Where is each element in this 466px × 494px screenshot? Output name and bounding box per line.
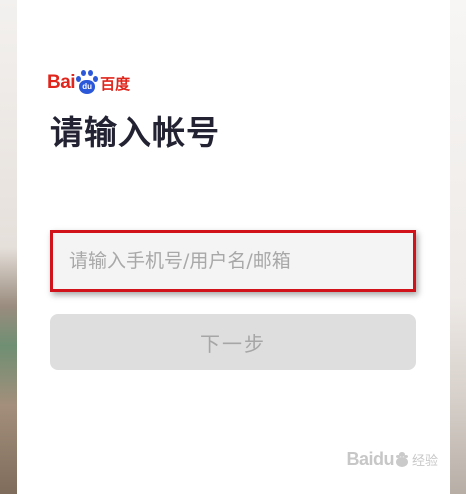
baidu-paw-icon: du <box>76 70 99 96</box>
paw-pad: du <box>79 80 96 94</box>
watermark: Baidu 经验 <box>346 449 438 470</box>
logo-text-latin: Bai <box>47 72 76 93</box>
page-title: 请输入帐号 <box>50 113 220 152</box>
background-photo-right <box>450 0 466 494</box>
logo-text-cn: 百度 <box>100 74 131 93</box>
paw-toe <box>93 76 99 82</box>
page-backdrop: Bai du 百度 请输入帐号 下一步 Baidu 经验 <box>0 0 466 494</box>
paw-toe <box>81 70 87 76</box>
watermark-paw-icon <box>395 451 409 468</box>
account-field-highlight <box>50 230 416 292</box>
watermark-text: Baidu <box>346 449 394 469</box>
login-panel: Bai du 百度 请输入帐号 下一步 <box>17 0 450 494</box>
paw-toe <box>88 70 94 76</box>
baidu-logo: Bai du 百度 <box>47 68 130 98</box>
account-input[interactable] <box>53 233 413 289</box>
background-photo-left <box>0 0 17 494</box>
next-button[interactable]: 下一步 <box>50 314 416 370</box>
watermark-suffix: 经验 <box>411 454 438 469</box>
